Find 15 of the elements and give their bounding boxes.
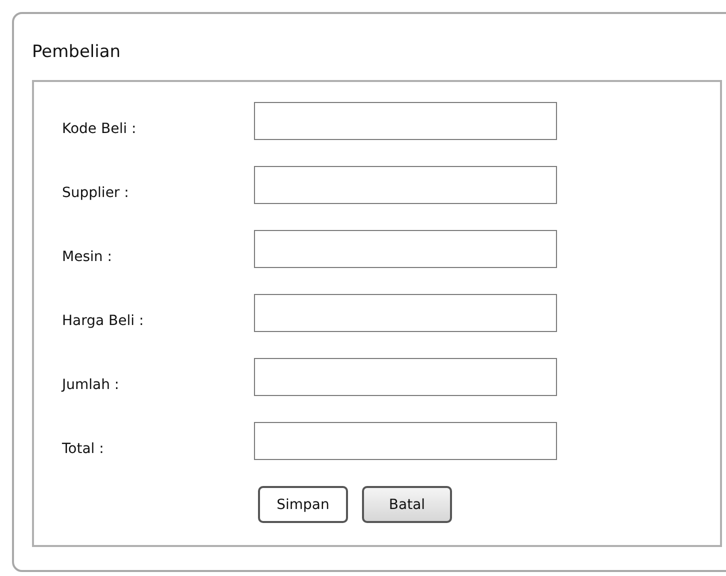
input-field[interactable] [254, 422, 557, 460]
field-label: Supplier : [62, 184, 130, 201]
field-label: Harga Beli : [62, 312, 145, 329]
input-field[interactable] [254, 166, 557, 204]
input-field[interactable] [254, 358, 557, 396]
field-label: Jumlah : [62, 376, 120, 393]
form-button[interactable]: Batal [362, 486, 452, 523]
input-field[interactable] [254, 102, 557, 140]
input-field[interactable] [254, 294, 557, 332]
form-button[interactable]: Simpan [258, 486, 348, 523]
form-title: Pembelian [32, 42, 122, 64]
input-field[interactable] [254, 230, 557, 268]
field-label: Kode Beli : [62, 120, 138, 137]
field-label: Mesin : [62, 248, 113, 265]
field-label: Total : [62, 440, 105, 457]
